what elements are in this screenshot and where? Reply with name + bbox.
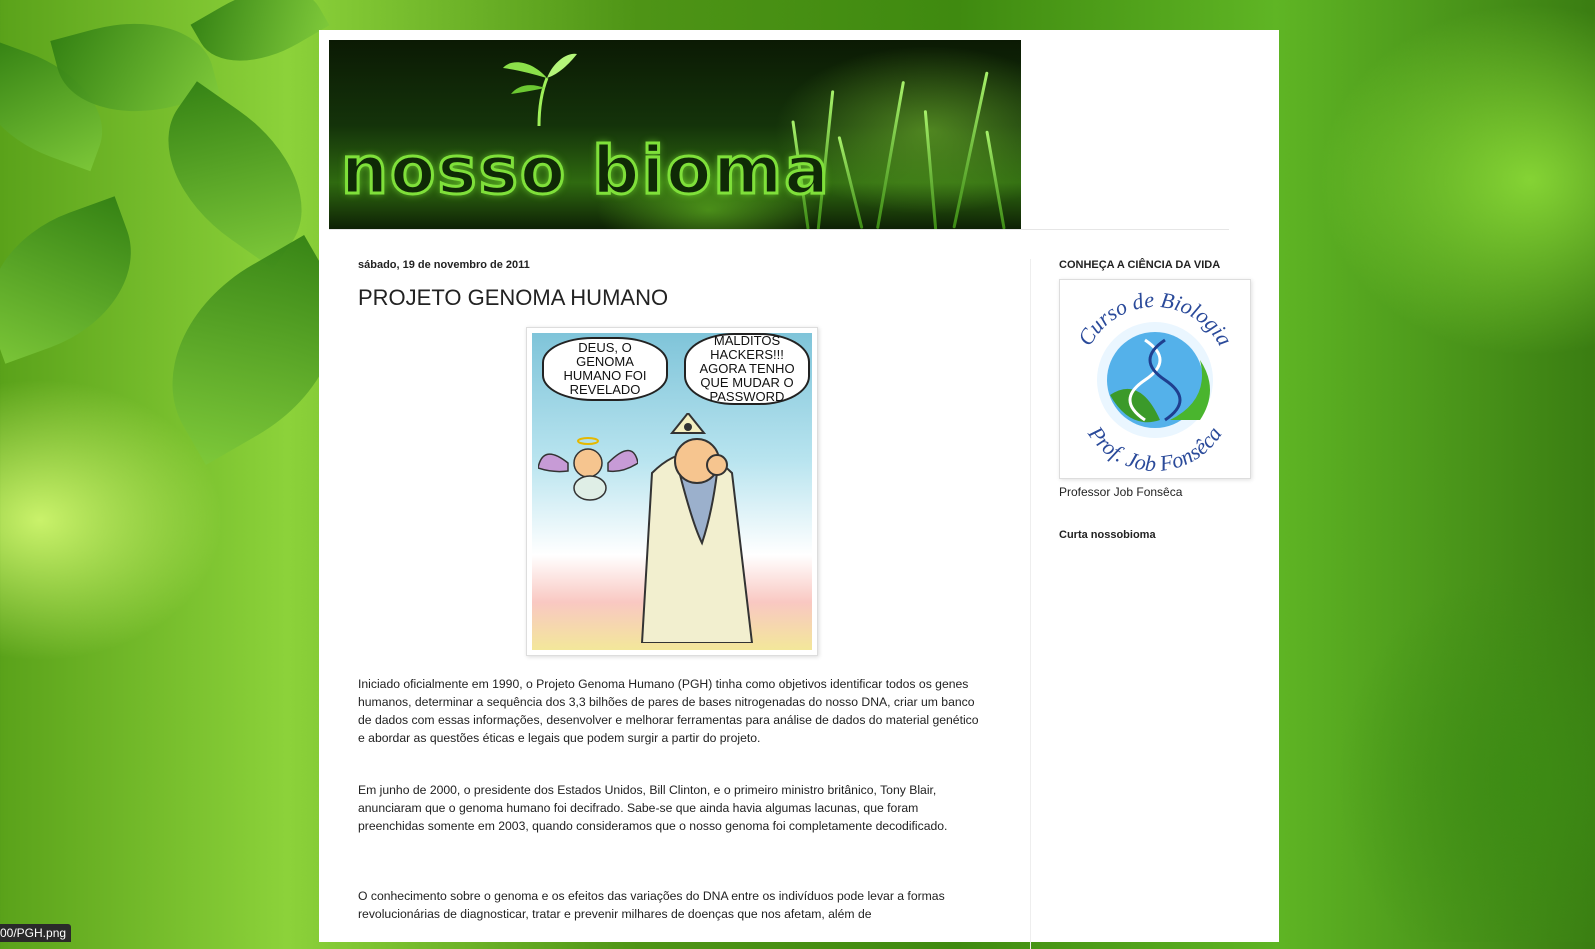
- post-paragraph: Em junho de 2000, o presidente dos Estad…: [358, 783, 948, 833]
- header-banner[interactable]: nosso bioma: [329, 40, 1021, 230]
- post-title[interactable]: PROJETO GENOMA HUMANO: [358, 285, 988, 311]
- widget-title: CONHEÇA A CIÊNCIA DA VIDA: [1059, 259, 1221, 271]
- speech-bubble-left: DEUS, O GENOMA HUMANO FOI REVELADO: [542, 337, 668, 401]
- sprout-icon: [503, 53, 577, 127]
- post-paragraph: O conhecimento sobre o genoma e os efeit…: [358, 889, 945, 921]
- status-bar-link: 00/PGH.png: [0, 924, 72, 942]
- header-divider: [329, 229, 1229, 230]
- sidebar: CONHEÇA A CIÊNCIA DA VIDA Curso de Biolo…: [1059, 259, 1259, 541]
- banner-title: nosso bioma: [340, 131, 831, 211]
- blog-page: nosso bioma sábado, 19 de novembro de 20…: [319, 30, 1279, 949]
- logo-caption: Professor Job Fonsêca: [1059, 485, 1183, 499]
- widget-title-like: Curta nossobioma: [1059, 529, 1156, 541]
- post-paragraph: Iniciado oficialmente em 1990, o Projeto…: [358, 677, 979, 745]
- angel-character-icon: [538, 437, 638, 501]
- sidebar-divider: [1030, 259, 1031, 949]
- background-leaf: [0, 196, 156, 364]
- god-character-icon: [640, 413, 754, 643]
- course-logo-image[interactable]: Curso de Biologia Prof. Job Fonsêca: [1059, 279, 1251, 479]
- post-date: sábado, 19 de novembro de 2011: [358, 259, 530, 271]
- comic-image[interactable]: DEUS, O GENOMA HUMANO FOI REVELADO MALDI…: [526, 327, 818, 656]
- post-main: sábado, 19 de novembro de 2011 PROJETO G…: [358, 259, 988, 921]
- speech-bubble-right: MALDITOS HACKERS!!! AGORA TENHO QUE MUDA…: [684, 333, 810, 405]
- course-logo: Curso de Biologia Prof. Job Fonsêca: [1072, 287, 1237, 476]
